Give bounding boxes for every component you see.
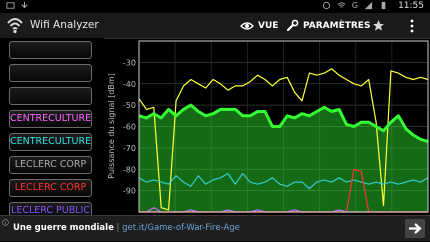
ssid-label: LECLERC CORP [14, 182, 87, 193]
y-tick-label: -40 [123, 80, 136, 89]
ssid-label: CENTRECULTUREL [10, 113, 92, 124]
wifi-status-icon [337, 2, 346, 8]
settings-button[interactable]: PARAMÈTRES [286, 13, 370, 38]
ssid-label: LECLERC PUBLIC [11, 205, 90, 215]
notification-icon [6, 2, 15, 9]
network-type-label: G [351, 1, 358, 10]
ssid-button-centreculturel-1[interactable]: CENTRECULTUREL [9, 110, 92, 128]
ad-open-button[interactable] [405, 219, 425, 238]
ssid-label: LECLERC CORP [14, 159, 87, 170]
ssid-button-3[interactable] [9, 87, 92, 105]
notification-icons [6, 1, 29, 10]
ssid-button-leclerc-corp-2[interactable]: LECLERC CORP [9, 179, 92, 197]
ad-separator: | [113, 223, 123, 233]
y-tick-label: -60 [123, 123, 136, 132]
overflow-menu-button[interactable] [410, 13, 414, 38]
settings-label: PARAMÈTRES [303, 20, 371, 31]
arrow-right-icon [409, 223, 422, 234]
favorite-button[interactable] [372, 13, 385, 38]
y-tick-label: -30 [123, 58, 136, 67]
more-vert-icon [410, 19, 414, 32]
y-tick-label: -50 [123, 101, 136, 110]
app-logo-icon [7, 18, 23, 34]
eye-icon [240, 21, 254, 30]
ad-title: Une guerre mondiale [13, 223, 114, 233]
ssid-label: CENTRECULTUREL [10, 136, 92, 147]
ssid-button-centreculturel-2[interactable]: CENTRECULTUREL [9, 133, 92, 151]
ssid-button-leclerc-public[interactable]: LECLERC PUBLIC [9, 202, 92, 215]
action-bar: Wifi Analyzer VUE PARAMÈTRES [0, 13, 430, 39]
view-button[interactable]: VUE [240, 13, 278, 38]
ad-banner[interactable]: Une guerre mondiale | get.it/Game-of-War… [0, 215, 430, 241]
y-axis-label: Puissance du signal [dBm] [107, 73, 116, 179]
status-icons: G [322, 1, 388, 10]
app-title: Wifi Analyzer [30, 19, 99, 31]
signal-chart-svg: Puissance du signal [dBm] -30 -40 -50 -60 -7… [107, 40, 429, 213]
status-time: 11:55 [398, 1, 424, 11]
wrench-icon [286, 19, 299, 32]
download-icon [21, 1, 28, 9]
ssid-button-1[interactable] [9, 41, 92, 59]
battery-icon [381, 1, 386, 10]
status-bar: G 11:55 [0, 0, 430, 13]
view-label: VUE [258, 20, 279, 31]
ad-info-icon[interactable] [2, 219, 9, 226]
star-icon [373, 20, 384, 31]
ssid-button-2[interactable] [9, 64, 92, 82]
ad-link[interactable]: get.it/Game-of-War-Fire-Age [122, 223, 240, 233]
y-tick-label: -70 [123, 144, 136, 153]
ssid-button-leclerc-corp-1[interactable]: LECLERC CORP [9, 156, 92, 174]
signal-chart: Puissance du signal [dBm] -30 -40 -50 -60 -7… [104, 38, 430, 215]
signal-icon [364, 1, 373, 10]
ssid-list: CENTRECULTUREL CENTRECULTUREL LECLERC CO… [0, 38, 104, 215]
alarm-icon [322, 1, 330, 10]
y-tick-label: -80 [123, 165, 136, 174]
y-tick-label: -90 [123, 187, 136, 196]
ad-text: Une guerre mondiale | get.it/Game-of-War… [13, 216, 240, 241]
